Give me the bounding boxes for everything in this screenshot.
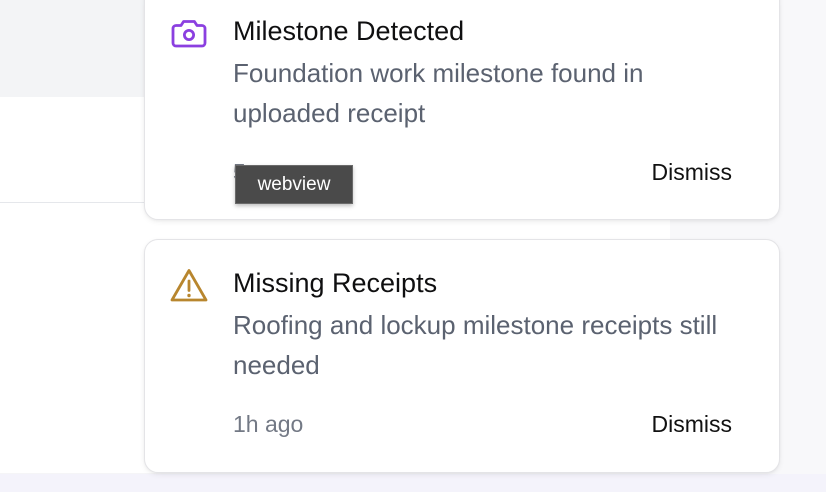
warning-triangle-icon — [169, 266, 209, 306]
notification-time: 1h ago — [233, 411, 304, 437]
dismiss-button[interactable]: Dismiss — [652, 159, 733, 186]
notification-message: Roofing and lockup milestone receipts st… — [233, 310, 718, 380]
notification-message: Foundation work milestone found in uploa… — [233, 58, 644, 128]
notification-title: Milestone Detected — [233, 16, 465, 46]
camera-icon — [169, 14, 209, 54]
notification-title: Missing Receipts — [233, 268, 438, 298]
dismiss-button[interactable]: Dismiss — [652, 411, 733, 438]
bottom-band — [0, 474, 826, 492]
notification-card-missing-receipts: Missing Receipts Roofing and lockup mile… — [144, 239, 780, 473]
webview-tooltip: webview — [235, 165, 353, 204]
